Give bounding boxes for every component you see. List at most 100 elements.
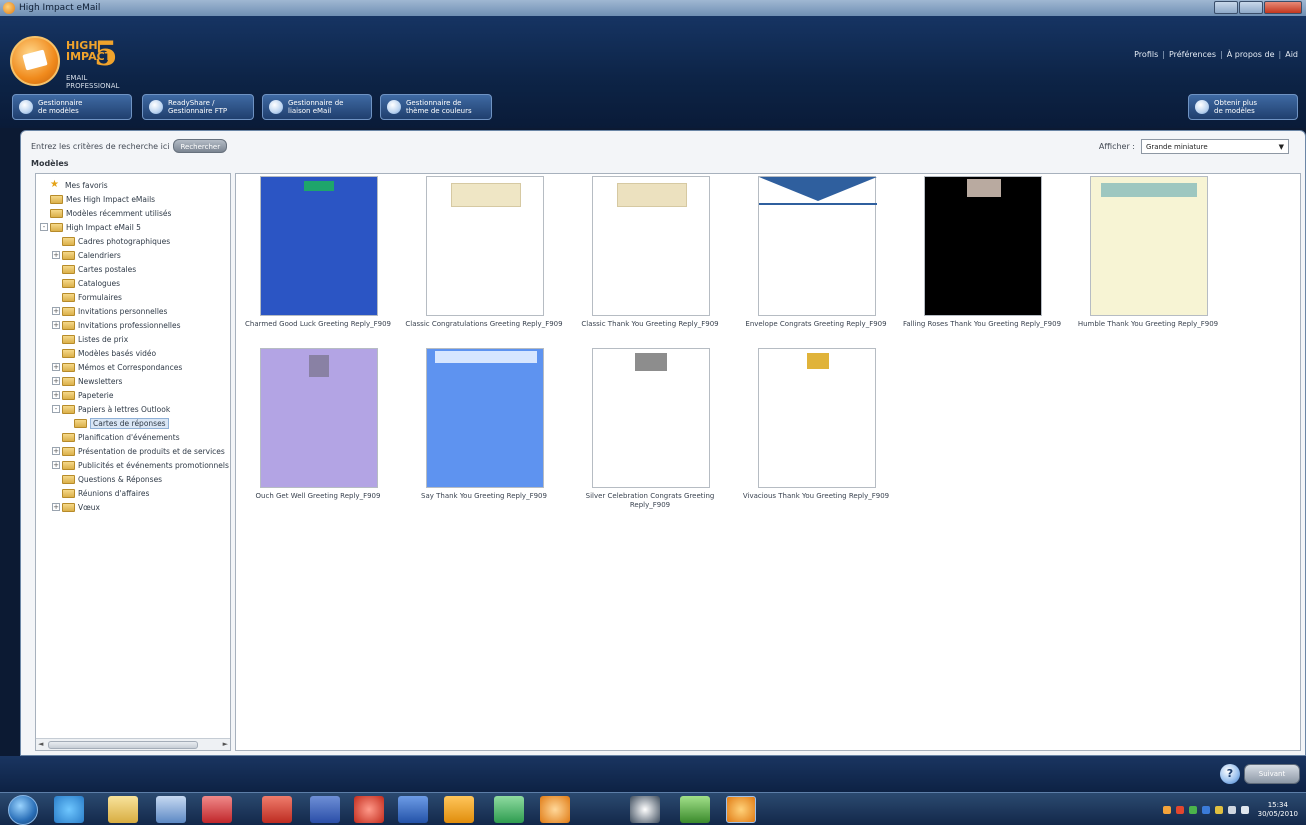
template-card[interactable]: Silver Celebration Congrats Greeting Rep…: [570, 348, 730, 520]
tree-item[interactable]: Modèles basés vidéo: [36, 346, 230, 360]
color-theme-manager-button[interactable]: Gestionnaire de thème de couleurs: [380, 94, 492, 120]
template-thumbnail[interactable]: [426, 348, 544, 488]
volume-icon[interactable]: [1240, 806, 1249, 814]
tree-item[interactable]: + Mémos et Correspondances: [36, 360, 230, 374]
template-card[interactable]: Falling Roses Thank You Greeting Reply_F…: [902, 176, 1062, 348]
expand-icon[interactable]: +: [52, 377, 60, 385]
templates-manager-button[interactable]: Gestionnaire de modèles: [12, 94, 132, 120]
maximize-button[interactable]: [1239, 1, 1263, 14]
outlook-taskbar-icon[interactable]: [444, 796, 474, 823]
template-thumbnail[interactable]: [1090, 176, 1208, 316]
filezilla-taskbar-icon[interactable]: [262, 796, 292, 823]
tree-item[interactable]: Formulaires: [36, 290, 230, 304]
help-button[interactable]: ?: [1220, 764, 1240, 784]
tree-item[interactable]: Cartes de réponses: [36, 416, 230, 430]
email-link-manager-button[interactable]: Gestionnaire de liaison eMail: [262, 94, 372, 120]
scroll-thumb[interactable]: [48, 741, 198, 749]
tree-item[interactable]: ★ Mes favoris: [36, 178, 230, 192]
tree-item[interactable]: Questions & Réponses: [36, 472, 230, 486]
clock[interactable]: 15:34 30/05/2010: [1258, 801, 1298, 819]
tray-icon[interactable]: [1214, 806, 1223, 814]
tree-item[interactable]: + Invitations personnelles: [36, 304, 230, 318]
tree-item[interactable]: + Newsletters: [36, 374, 230, 388]
template-thumbnail[interactable]: [592, 176, 710, 316]
app5-taskbar-icon[interactable]: [540, 796, 570, 823]
expand-icon[interactable]: +: [52, 251, 60, 259]
template-thumbnail[interactable]: [758, 176, 877, 316]
app2-taskbar-icon[interactable]: [202, 796, 232, 823]
tree-item[interactable]: Mes High Impact eMails: [36, 192, 230, 206]
next-button[interactable]: Suivant: [1244, 764, 1300, 784]
tray-icon[interactable]: [1188, 806, 1197, 814]
tree-item-label: Papiers à lettres Outlook: [78, 404, 171, 414]
template-card[interactable]: Envelope Congrats Greeting Reply_F909: [736, 176, 896, 348]
tree-item[interactable]: Modèles récemment utilisés: [36, 206, 230, 220]
skype-taskbar-icon[interactable]: [494, 796, 524, 823]
ie-taskbar-icon[interactable]: [54, 796, 84, 823]
collapse-icon[interactable]: -: [40, 223, 48, 231]
template-card[interactable]: Humble Thank You Greeting Reply_F909: [1068, 176, 1228, 348]
template-thumbnail[interactable]: [260, 348, 378, 488]
expand-icon[interactable]: +: [52, 391, 60, 399]
tree-item[interactable]: Réunions d'affaires: [36, 486, 230, 500]
template-card[interactable]: Ouch Get Well Greeting Reply_F909: [238, 348, 398, 520]
tree-item[interactable]: + Présentation de produits et de services: [36, 444, 230, 458]
close-button[interactable]: [1264, 1, 1302, 14]
expand-icon[interactable]: +: [52, 321, 60, 329]
tray-icon[interactable]: [1175, 806, 1184, 814]
template-card[interactable]: Vivacious Thank You Greeting Reply_F909: [736, 348, 896, 520]
collapse-icon[interactable]: -: [52, 405, 60, 413]
tree-item[interactable]: Planification d'événements: [36, 430, 230, 444]
scroll-right-icon[interactable]: ►: [223, 740, 228, 748]
display-select[interactable]: Grande miniature ▼: [1141, 139, 1289, 154]
template-card[interactable]: Classic Congratulations Greeting Reply_F…: [404, 176, 564, 348]
expand-icon[interactable]: +: [52, 447, 60, 455]
explorer-taskbar-icon[interactable]: [108, 796, 138, 823]
template-card[interactable]: Say Thank You Greeting Reply_F909: [404, 348, 564, 520]
word-taskbar-icon[interactable]: [398, 796, 428, 823]
tree-item[interactable]: - High Impact eMail 5: [36, 220, 230, 234]
profiles-link[interactable]: Profils: [1134, 50, 1158, 59]
template-card[interactable]: Charmed Good Luck Greeting Reply_F909: [238, 176, 398, 348]
app7-taskbar-icon[interactable]: [680, 796, 710, 823]
preferences-link[interactable]: Préférences: [1169, 50, 1216, 59]
template-thumbnail[interactable]: [924, 176, 1042, 316]
app-taskbar-icon[interactable]: [156, 796, 186, 823]
search-button[interactable]: Rechercher: [173, 139, 228, 153]
tree-item[interactable]: - Papiers à lettres Outlook: [36, 402, 230, 416]
expand-icon[interactable]: +: [52, 363, 60, 371]
tree-horizontal-scrollbar[interactable]: ◄ ►: [36, 738, 230, 750]
tree-item[interactable]: + Invitations professionnelles: [36, 318, 230, 332]
readyshare-button[interactable]: ReadyShare / Gestionnaire FTP: [142, 94, 254, 120]
tree-item[interactable]: Cadres photographiques: [36, 234, 230, 248]
get-more-templates-button[interactable]: Obtenir plus de modèles: [1188, 94, 1298, 120]
tree-item[interactable]: + Papeterie: [36, 388, 230, 402]
tree-item[interactable]: Cartes postales: [36, 262, 230, 276]
minimize-button[interactable]: [1214, 1, 1238, 14]
start-button[interactable]: [8, 795, 38, 825]
high-impact-email-taskbar-icon[interactable]: [726, 796, 756, 823]
tray-icon[interactable]: [1162, 806, 1171, 814]
about-link[interactable]: À propos de: [1227, 50, 1275, 59]
tree-item[interactable]: + Calendriers: [36, 248, 230, 262]
expand-icon[interactable]: +: [52, 307, 60, 315]
tree-item[interactable]: Catalogues: [36, 276, 230, 290]
app4-taskbar-icon[interactable]: [354, 796, 384, 823]
tree-item[interactable]: + Publicités et événements promotionnels: [36, 458, 230, 472]
template-thumbnail[interactable]: [426, 176, 544, 316]
template-thumbnail[interactable]: [260, 176, 378, 316]
template-thumbnail[interactable]: [592, 348, 710, 488]
tree-item[interactable]: + Vœux: [36, 500, 230, 514]
tray-icon[interactable]: [1201, 806, 1210, 814]
app3-taskbar-icon[interactable]: [310, 796, 340, 823]
network-icon[interactable]: [1227, 806, 1236, 814]
search-label[interactable]: Entrez les critères de recherche ici: [31, 142, 169, 151]
template-card[interactable]: Classic Thank You Greeting Reply_F909: [570, 176, 730, 348]
scroll-left-icon[interactable]: ◄: [38, 740, 43, 748]
app6-taskbar-icon[interactable]: [630, 796, 660, 823]
expand-icon[interactable]: +: [52, 461, 60, 469]
expand-icon[interactable]: +: [52, 503, 60, 511]
help-link[interactable]: Aid: [1285, 50, 1298, 59]
tree-item[interactable]: Listes de prix: [36, 332, 230, 346]
template-thumbnail[interactable]: [758, 348, 876, 488]
